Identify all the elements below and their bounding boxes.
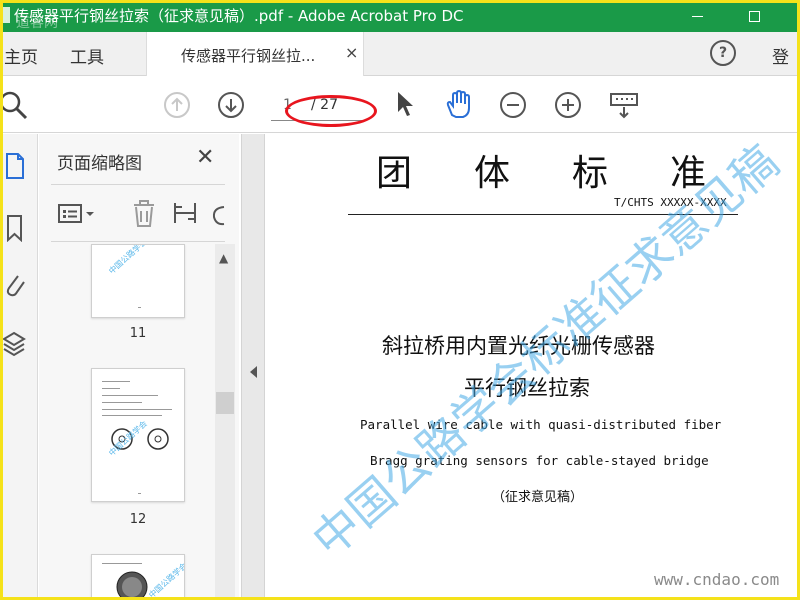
document-tab-label: 传感器平行钢丝拉... bbox=[181, 47, 316, 65]
tab-row: 主页 工具 传感器平行钢丝拉... × ? 登 bbox=[0, 32, 800, 76]
highlight-ellipse bbox=[285, 95, 377, 127]
standard-code: T/CHTS XXXXX-XXXX bbox=[614, 196, 727, 209]
zoom-in-button[interactable] bbox=[555, 92, 581, 118]
document-heading: 团 体 标 准 bbox=[376, 153, 706, 194]
keyboard-icon[interactable] bbox=[609, 91, 639, 121]
arrow-up-circle-icon bbox=[171, 97, 183, 111]
page-number-label: 11 bbox=[129, 326, 147, 341]
cursor-arrow-icon[interactable] bbox=[394, 90, 418, 118]
layers-icon[interactable] bbox=[2, 330, 26, 358]
tab-document[interactable]: 传感器平行钢丝拉... × bbox=[146, 32, 364, 76]
zoom-out-button[interactable] bbox=[500, 92, 526, 118]
paperclip-icon[interactable] bbox=[2, 270, 26, 298]
bookmark-icon[interactable] bbox=[4, 214, 26, 242]
close-panel-icon[interactable]: ✕ bbox=[196, 145, 214, 170]
site-watermark: www.cndao.com bbox=[654, 570, 780, 589]
hand-icon[interactable] bbox=[444, 89, 474, 119]
help-icon[interactable]: ? bbox=[710, 40, 736, 66]
app-icon bbox=[0, 7, 10, 23]
tab-home[interactable]: 主页 bbox=[4, 43, 38, 68]
toolbar: 1 / 27 bbox=[0, 77, 800, 133]
thumbnail-panel: 页面缩略图 ✕ ▲ 中国公路学会 11 中国公路学会 12 中国公路学会 bbox=[39, 134, 239, 600]
title-en-line1: Parallel wire cable with quasi-distribut… bbox=[360, 417, 722, 432]
tab-tools[interactable]: 工具 bbox=[70, 43, 104, 68]
panel-splitter[interactable] bbox=[241, 134, 265, 600]
rotate-icon[interactable] bbox=[211, 199, 225, 229]
next-page-button[interactable] bbox=[218, 92, 244, 118]
previous-page-button[interactable] bbox=[164, 92, 190, 118]
page-number-label: 12 bbox=[129, 512, 147, 527]
scroll-up-icon[interactable]: ▲ bbox=[219, 251, 228, 265]
draft-note: （征求意见稿） bbox=[492, 490, 584, 505]
close-tab-icon[interactable]: × bbox=[345, 43, 358, 62]
scrollbar-thumb[interactable] bbox=[216, 392, 234, 414]
page-thumbnail-12[interactable]: 中国公路学会 bbox=[91, 368, 185, 502]
thumbnail-options-icon[interactable] bbox=[57, 202, 99, 226]
minimize-button[interactable] bbox=[677, 0, 717, 32]
title-en-line2: Bragg grating sensors for cable-stayed b… bbox=[370, 453, 709, 468]
sign-in-button[interactable]: 登 bbox=[772, 43, 789, 68]
maximize-button[interactable] bbox=[734, 0, 774, 32]
page-thumbnail-11[interactable]: 中国公路学会 bbox=[91, 244, 185, 318]
title-bar: 传感器平行钢丝拉索（征求意见稿）.pdf - Adobe Acrobat Pro… bbox=[0, 0, 800, 32]
title-cn-line2: 平行钢丝拉索 bbox=[464, 376, 590, 400]
collapse-panel-icon[interactable] bbox=[250, 366, 257, 378]
zoom-out-icon bbox=[507, 104, 519, 106]
thumbnail-panel-title: 页面缩略图 bbox=[57, 154, 142, 174]
thumbnail-diagram bbox=[116, 571, 148, 600]
document-view[interactable]: 团 体 标 准 T/CHTS XXXXX-XXXX 斜拉桥用内置光纤光栅传感器 … bbox=[266, 134, 800, 600]
page-thumbnails-icon[interactable] bbox=[4, 152, 26, 180]
page-thumbnail-13[interactable]: 中国公路学会 bbox=[91, 554, 185, 600]
thumbnail-scrollbar[interactable]: ▲ bbox=[215, 244, 235, 600]
window-title: 传感器平行钢丝拉索（征求意见稿）.pdf - Adobe Acrobat Pro… bbox=[14, 7, 464, 25]
thumbnail-toolbar bbox=[51, 184, 225, 242]
search-icon[interactable] bbox=[0, 90, 30, 120]
arrow-down-circle-icon bbox=[225, 99, 237, 113]
navigation-rail bbox=[0, 134, 38, 600]
overlay-watermark: 道客网 bbox=[16, 15, 58, 31]
extract-pages-icon[interactable] bbox=[171, 199, 199, 229]
heading-rule bbox=[348, 214, 738, 215]
thumbnail-watermark: 中国公路学会 bbox=[107, 244, 149, 276]
title-cn-line1: 斜拉桥用内置光纤光栅传感器 bbox=[382, 334, 655, 358]
delete-icon[interactable] bbox=[131, 199, 157, 229]
zoom-in-icon bbox=[562, 99, 574, 111]
